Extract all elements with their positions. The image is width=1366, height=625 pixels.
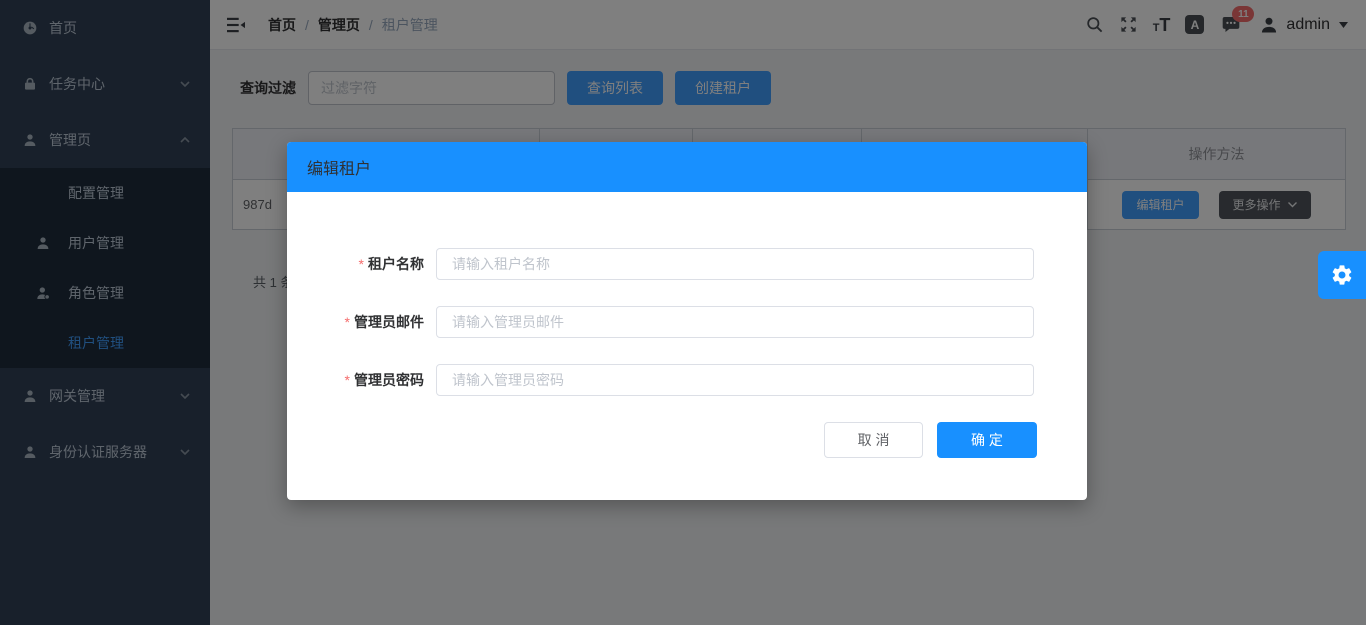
tenant-name-label: *租户名称	[287, 254, 436, 274]
form-row-admin-password: *管理员密码	[287, 364, 1087, 396]
gear-icon	[1330, 263, 1354, 287]
admin-email-label: *管理员邮件	[287, 312, 436, 332]
required-mark: *	[345, 314, 350, 330]
tenant-name-input[interactable]	[436, 248, 1034, 280]
admin-email-input[interactable]	[436, 306, 1034, 338]
dialog-body: *租户名称 *管理员邮件 *管理员密码	[287, 192, 1087, 396]
settings-button[interactable]	[1318, 251, 1366, 299]
admin-password-label: *管理员密码	[287, 370, 436, 390]
required-mark: *	[359, 256, 364, 272]
dialog-title: 编辑租户	[307, 155, 371, 179]
admin-password-input[interactable]	[436, 364, 1034, 396]
app-screen: 首页 任务中心 管理页 配置管理	[0, 0, 1366, 625]
cancel-button[interactable]: 取 消	[824, 422, 923, 458]
dialog-footer: 取 消 确 定	[287, 422, 1087, 458]
form-row-admin-email: *管理员邮件	[287, 306, 1087, 338]
required-mark: *	[345, 372, 350, 388]
form-row-tenant-name: *租户名称	[287, 248, 1087, 280]
confirm-button[interactable]: 确 定	[937, 422, 1037, 458]
edit-tenant-dialog: 编辑租户 *租户名称 *管理员邮件 *管理员密码 取 消 确 定	[287, 142, 1087, 500]
dialog-header: 编辑租户	[287, 142, 1087, 192]
